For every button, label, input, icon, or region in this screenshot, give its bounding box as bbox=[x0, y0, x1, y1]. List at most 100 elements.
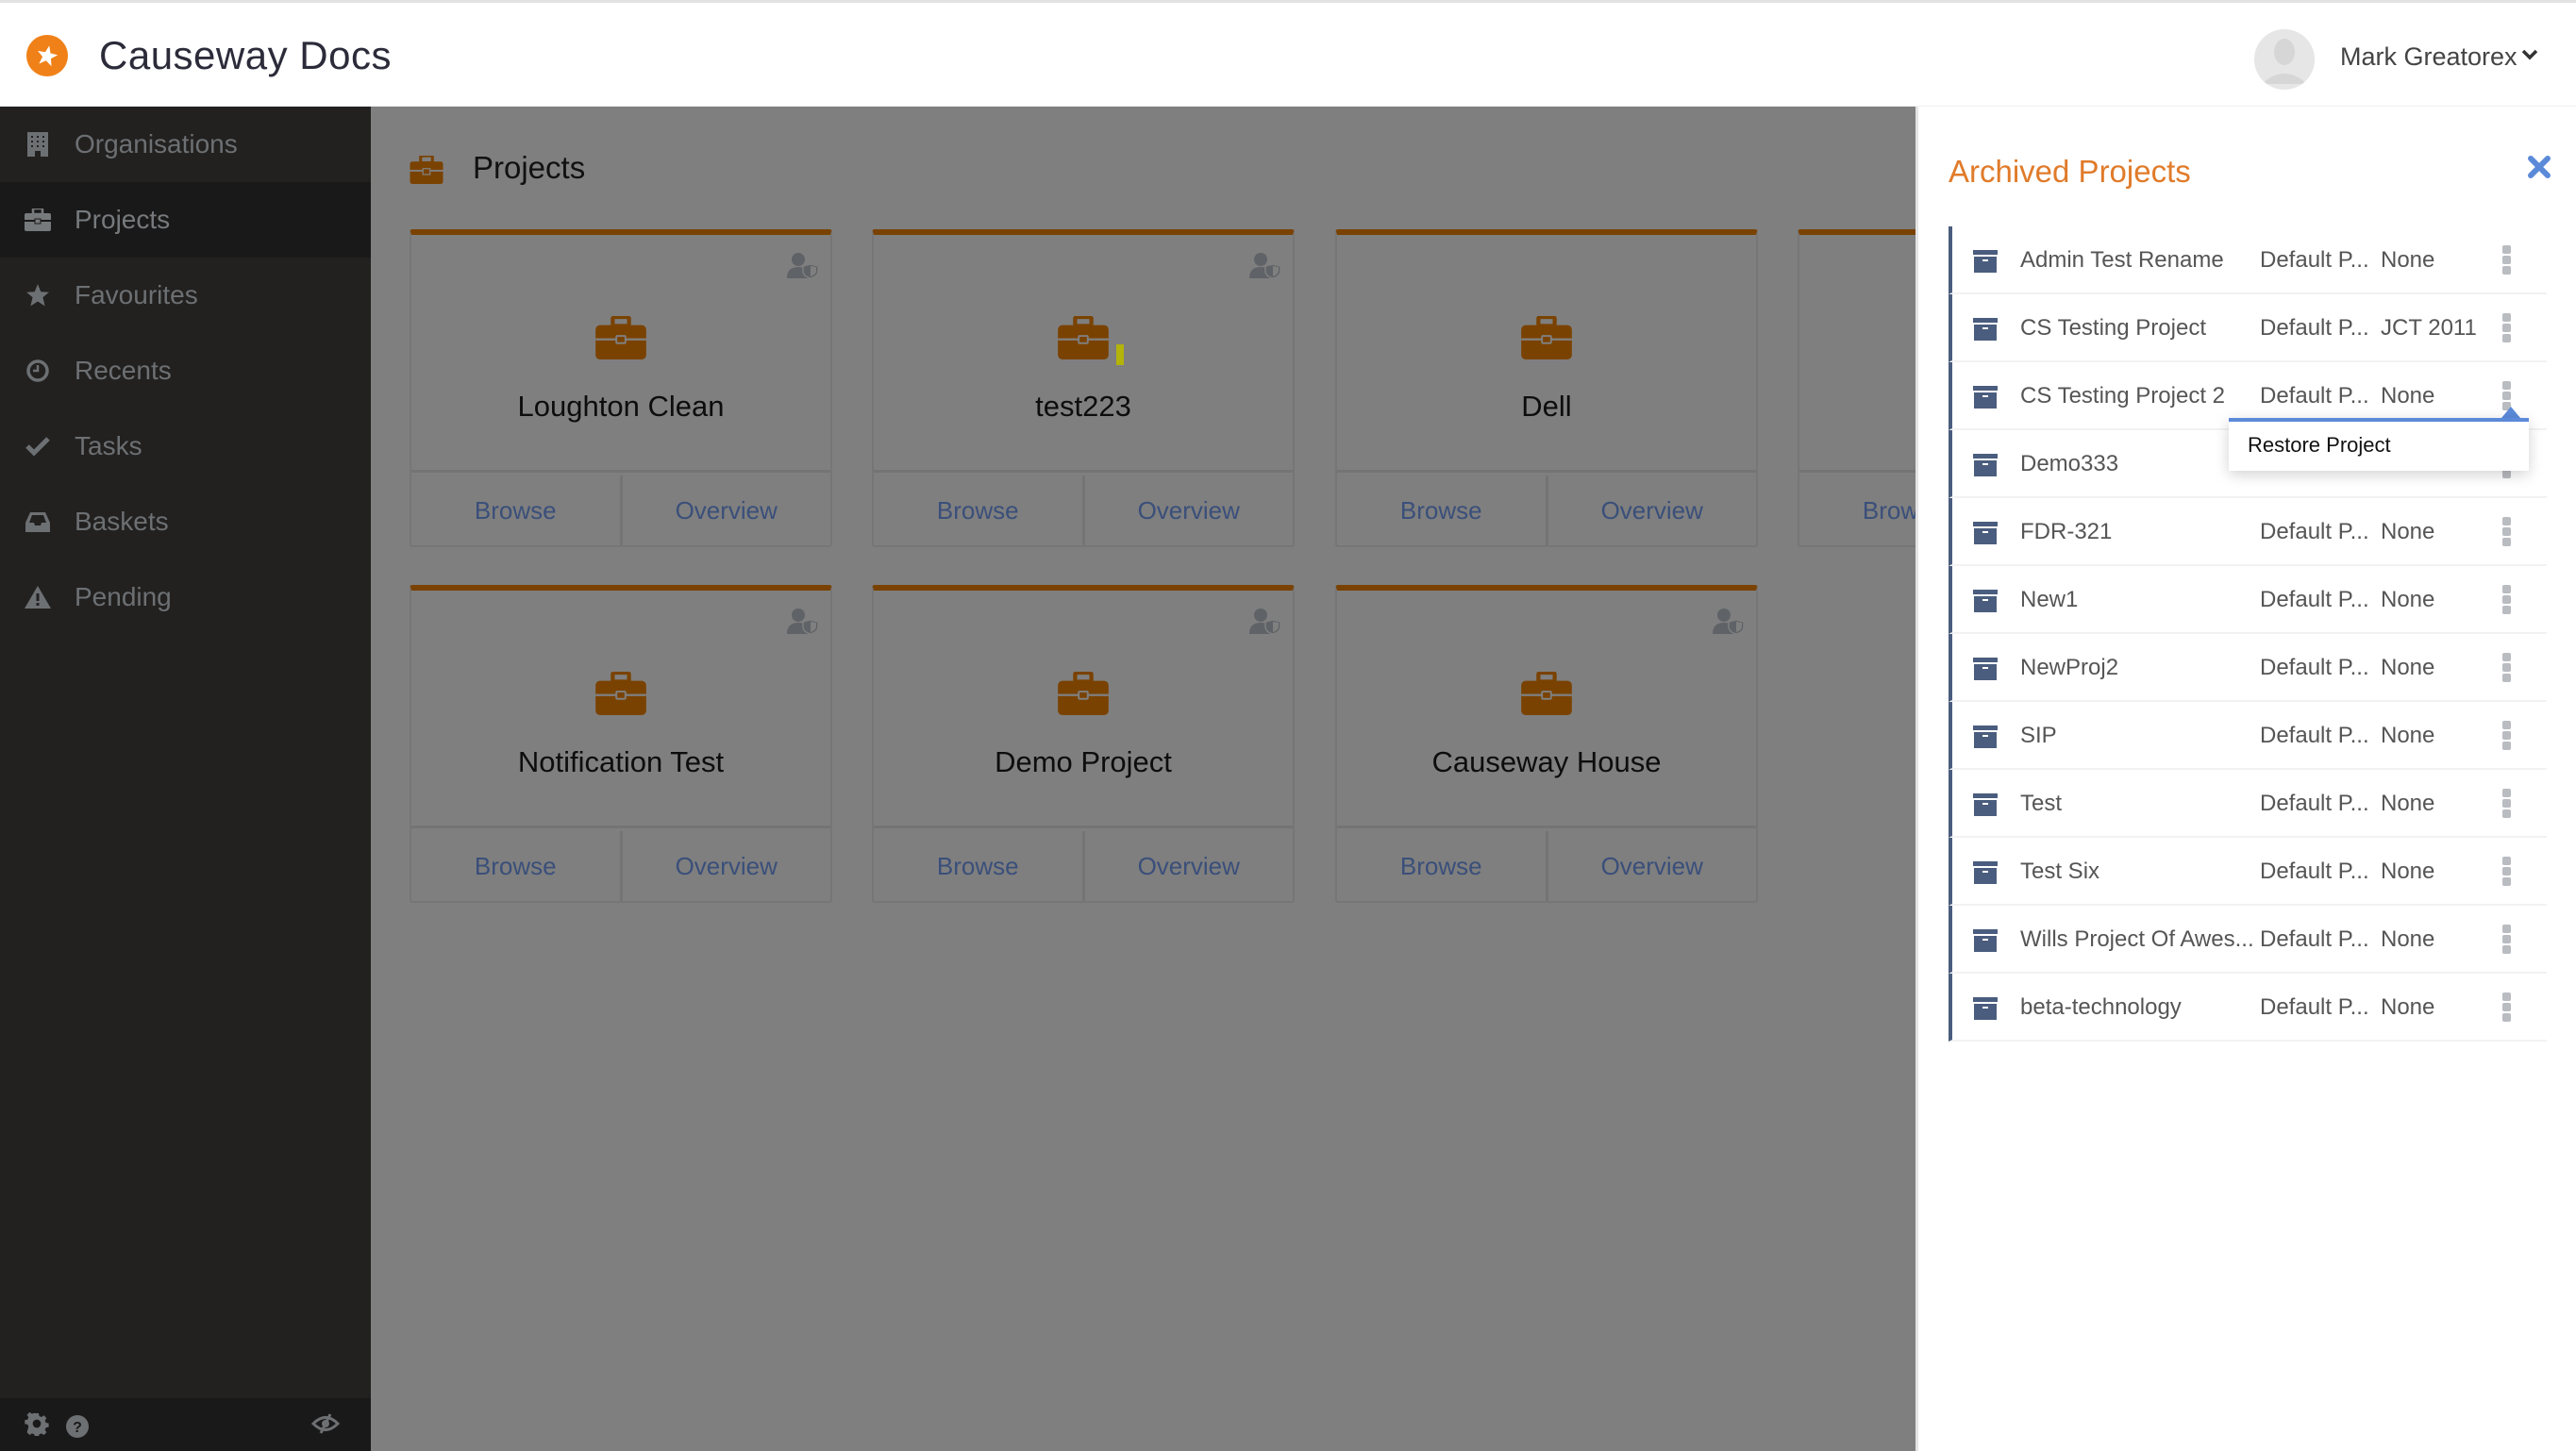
archived-project-row[interactable]: Admin Test Rename Default P... None bbox=[1949, 226, 2547, 294]
row-context-menu: Restore Project bbox=[2229, 418, 2529, 471]
project-type: Default P... bbox=[2260, 519, 2369, 544]
kebab-menu-icon[interactable] bbox=[2502, 925, 2514, 955]
kebab-menu-icon[interactable] bbox=[2502, 245, 2514, 275]
browse-button[interactable]: Browse bbox=[411, 475, 620, 545]
project-card[interactable]: Notification Test Browse Overview bbox=[410, 585, 832, 903]
project-name: test223 bbox=[1035, 390, 1131, 423]
overview-button[interactable]: Overview bbox=[1545, 475, 1757, 545]
eye-slash-icon[interactable] bbox=[310, 1413, 341, 1439]
archived-project-row[interactable]: New1 Default P... None bbox=[1949, 566, 2547, 634]
archive-box-icon bbox=[1973, 929, 1998, 957]
inbox-icon bbox=[25, 509, 51, 535]
archived-project-row[interactable]: Wills Project Of Awes... Default P... None bbox=[1949, 906, 2547, 974]
svg-text:?: ? bbox=[73, 1420, 82, 1436]
project-name: SIP bbox=[2020, 723, 2057, 748]
project-name: New1 bbox=[2020, 587, 2079, 612]
card-body[interactable]: Loughton Clean bbox=[411, 235, 830, 473]
archive-box-icon bbox=[1973, 318, 1998, 345]
project-card[interactable]: Loughton Clean Browse Overview bbox=[410, 229, 832, 547]
sidebar-item-organisations[interactable]: Organisations bbox=[0, 107, 371, 182]
check-icon bbox=[25, 433, 51, 459]
contract-type: None bbox=[2381, 791, 2435, 816]
user-shield-icon[interactable] bbox=[1713, 608, 1745, 639]
causeway-logo-icon[interactable] bbox=[26, 35, 68, 76]
project-name: Loughton Clean bbox=[517, 390, 725, 423]
archived-project-row[interactable]: SIP Default P... None bbox=[1949, 702, 2547, 770]
project-name: Dell bbox=[1521, 390, 1572, 423]
sidebar-item-recents[interactable]: Recents bbox=[0, 333, 371, 409]
archived-project-row[interactable]: CS Testing Project Default P... JCT 2011 bbox=[1949, 294, 2547, 362]
archived-project-row[interactable]: beta-technology Default P... None bbox=[1949, 974, 2547, 1042]
project-type: Default P... bbox=[2260, 587, 2369, 612]
chevron-down-icon[interactable] bbox=[2521, 48, 2538, 65]
card-body[interactable]: Causeway House bbox=[1337, 591, 1756, 828]
archived-project-row[interactable]: Test Six Default P... None bbox=[1949, 838, 2547, 906]
project-card[interactable]: test223 Browse Overview bbox=[872, 229, 1295, 547]
project-type: Default P... bbox=[2260, 926, 2369, 952]
user-shield-icon[interactable] bbox=[1249, 252, 1281, 283]
kebab-menu-icon[interactable] bbox=[2502, 653, 2514, 683]
browse-button[interactable]: Browse bbox=[1337, 475, 1546, 545]
user-shield-icon[interactable] bbox=[787, 252, 819, 283]
user-shield-icon[interactable] bbox=[1249, 608, 1281, 639]
user-shield-icon[interactable] bbox=[787, 608, 819, 639]
sidebar-item-label: Projects bbox=[75, 205, 171, 234]
avatar[interactable] bbox=[2254, 29, 2315, 90]
browse-button[interactable]: Browse bbox=[1337, 831, 1546, 901]
card-body[interactable]: Dell bbox=[1337, 235, 1756, 473]
overview-button[interactable]: Overview bbox=[619, 831, 831, 901]
browse-button[interactable]: Browse bbox=[874, 475, 1082, 545]
kebab-menu-icon[interactable] bbox=[2502, 313, 2514, 343]
project-card[interactable]: Demo Project Browse Overview bbox=[872, 585, 1295, 903]
archive-box-icon bbox=[1973, 793, 1998, 821]
project-card[interactable]: LBrowseOverview bbox=[1798, 229, 1915, 547]
project-type: Default P... bbox=[2260, 859, 2369, 884]
contract-type: None bbox=[2381, 383, 2435, 409]
overview-button[interactable]: Overview bbox=[1081, 831, 1294, 901]
kebab-menu-icon[interactable] bbox=[2502, 585, 2514, 615]
kebab-menu-icon[interactable] bbox=[2502, 721, 2514, 751]
archive-box-icon bbox=[1973, 454, 1998, 481]
user-name[interactable]: Mark Greatorex bbox=[2340, 42, 2517, 72]
project-card[interactable]: Causeway House Browse Overview bbox=[1335, 585, 1758, 903]
archived-project-row[interactable]: FDR-321 Default P... None bbox=[1949, 498, 2547, 566]
archived-projects-panel: Archived Projects Admin Test Rename Defau… bbox=[1915, 107, 2576, 1451]
browse-button[interactable]: Browse bbox=[1799, 475, 1915, 545]
app-header: Causeway Docs Mark Greatorex bbox=[0, 0, 2576, 107]
sidebar-item-projects[interactable]: Projects bbox=[0, 182, 371, 258]
help-icon[interactable]: ? bbox=[66, 1415, 89, 1443]
kebab-menu-icon[interactable] bbox=[2502, 789, 2514, 819]
project-name: Demo Project bbox=[995, 745, 1172, 778]
close-icon[interactable] bbox=[2528, 156, 2551, 183]
project-name: Test bbox=[2020, 791, 2063, 816]
briefcase-icon bbox=[1521, 314, 1572, 364]
project-type: Default P... bbox=[2260, 791, 2369, 816]
overview-button[interactable]: Overview bbox=[1081, 475, 1294, 545]
browse-button[interactable]: Browse bbox=[411, 831, 620, 901]
card-body[interactable]: L bbox=[1799, 235, 1915, 473]
project-card[interactable]: Dell Browse Overview bbox=[1335, 229, 1758, 547]
card-body[interactable]: Notification Test bbox=[411, 591, 830, 828]
gear-icon[interactable] bbox=[25, 1411, 49, 1441]
archived-project-row[interactable]: NewProj2 Default P... None bbox=[1949, 634, 2547, 702]
page-title: Projects bbox=[473, 150, 586, 185]
kebab-menu-icon[interactable] bbox=[2502, 857, 2514, 887]
project-type: Default P... bbox=[2260, 247, 2369, 273]
overview-button[interactable]: Overview bbox=[1545, 831, 1757, 901]
restore-project-button[interactable]: Restore Project bbox=[2248, 433, 2391, 458]
card-body[interactable]: Demo Project bbox=[874, 591, 1293, 828]
overview-button[interactable]: Overview bbox=[619, 475, 831, 545]
card-body[interactable]: test223 bbox=[874, 235, 1293, 473]
sidebar-item-pending[interactable]: Pending bbox=[0, 559, 371, 635]
archived-project-row[interactable]: Test Default P... None bbox=[1949, 770, 2547, 838]
kebab-menu-icon[interactable] bbox=[2502, 992, 2514, 1023]
contract-type: None bbox=[2381, 247, 2435, 273]
sidebar-item-baskets[interactable]: Baskets bbox=[0, 484, 371, 559]
sidebar-item-tasks[interactable]: Tasks bbox=[0, 409, 371, 484]
contract-type: None bbox=[2381, 519, 2435, 544]
kebab-menu-icon[interactable] bbox=[2502, 517, 2514, 547]
contract-type: None bbox=[2381, 655, 2435, 680]
browse-button[interactable]: Browse bbox=[874, 831, 1082, 901]
sidebar-item-favourites[interactable]: Favourites bbox=[0, 258, 371, 333]
briefcase-icon bbox=[1058, 314, 1109, 364]
